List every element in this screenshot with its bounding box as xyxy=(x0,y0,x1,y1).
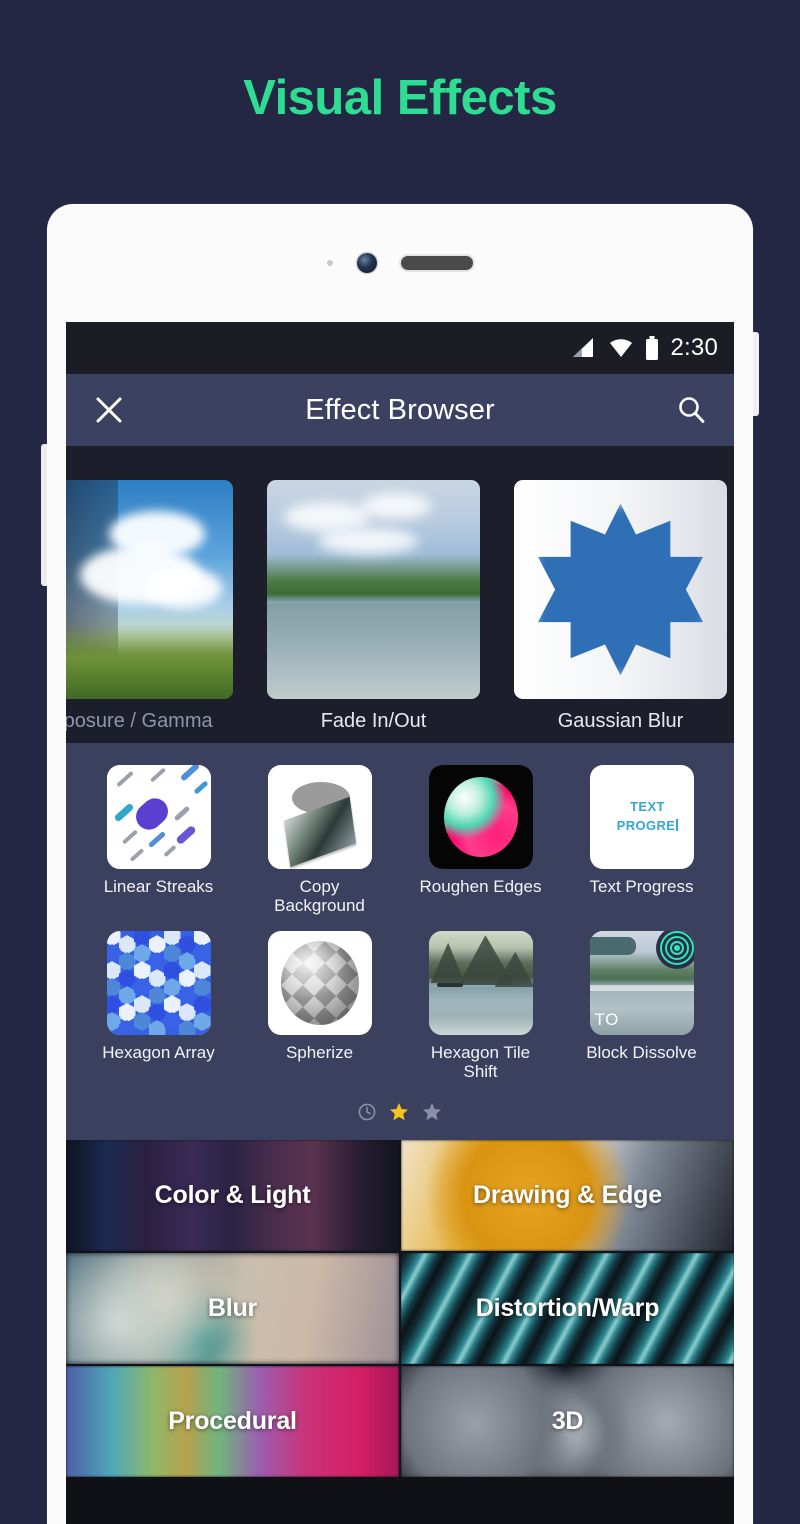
category-tiles: Color & Light Drawing & Edge Blur Distor… xyxy=(66,1140,734,1478)
text-progress-line1: TEXT xyxy=(630,799,665,815)
category-procedural[interactable]: Procedural xyxy=(66,1366,399,1478)
category-label: Blur xyxy=(207,1294,258,1323)
effect-label: Text Progress xyxy=(589,877,694,896)
close-icon[interactable] xyxy=(88,389,130,431)
clock-icon[interactable] xyxy=(358,1103,376,1126)
volume-button[interactable] xyxy=(41,444,47,586)
battery-icon xyxy=(645,336,659,360)
copy-background-artwork xyxy=(267,765,372,869)
pager-indicator[interactable] xyxy=(66,1097,734,1141)
category-label: Drawing & Edge xyxy=(473,1181,662,1210)
effect-linear-streaks[interactable]: Linear Streaks xyxy=(92,765,226,915)
category-label: 3D xyxy=(551,1407,584,1436)
block-dissolve-overlay-text: TO xyxy=(594,1010,619,1030)
star-shape xyxy=(537,503,704,676)
category-label: Distortion/Warp xyxy=(475,1294,660,1323)
effect-label: Hexagon Array xyxy=(102,1043,215,1063)
featured-thumb xyxy=(66,480,233,699)
signal-icon xyxy=(571,337,597,359)
hexagon-array-artwork xyxy=(106,931,211,1036)
linear-streaks-artwork xyxy=(106,765,211,869)
featured-label: Gaussian Blur xyxy=(557,710,684,732)
earpiece-speaker-icon xyxy=(401,256,473,270)
featured-carousel[interactable]: Exposure / Gamma Fade In/Out xyxy=(66,446,734,743)
phone-screen: 2:30 Effect Browser posure / Gamma Fade … xyxy=(66,322,734,1524)
exposure-gamma-artwork xyxy=(66,480,233,699)
featured-item-exposure-gamma[interactable]: Exposure / Gamma xyxy=(66,446,233,733)
category-row: Procedural 3D xyxy=(66,1366,734,1478)
blob-shape xyxy=(443,777,518,857)
spherize-artwork xyxy=(267,931,372,1036)
category-distortion-warp[interactable]: Distortion/Warp xyxy=(401,1253,734,1365)
effect-thumb xyxy=(428,765,533,869)
featured-thumb xyxy=(267,480,480,699)
category-row: Blur Distortion/Warp xyxy=(66,1253,734,1365)
hexagon-tile-shift-artwork xyxy=(428,931,533,1036)
wifi-icon xyxy=(608,337,634,359)
category-drawing-edge[interactable]: Drawing & Edge xyxy=(401,1140,734,1252)
effect-label: Block Dissolve xyxy=(586,1043,697,1063)
text-progress-line2: PROGRE xyxy=(616,818,676,833)
effect-thumb: TEXT PROGRE xyxy=(589,765,694,869)
category-color-light[interactable]: Color & Light xyxy=(66,1140,399,1252)
fade-in-out-artwork xyxy=(267,480,480,699)
star-icon[interactable] xyxy=(422,1102,442,1127)
effect-label: Linear Streaks xyxy=(103,877,214,896)
block-dissolve-artwork: TO xyxy=(589,931,694,1036)
page-title: Visual Effects xyxy=(243,71,557,125)
phone-bezel-top xyxy=(47,204,753,322)
effect-thumb xyxy=(106,931,211,1036)
photo-plane-shape xyxy=(283,796,356,868)
search-icon[interactable] xyxy=(670,389,712,431)
status-bar: 2:30 xyxy=(66,322,734,374)
effects-grid-row: Linear Streaks Copy Background Roughen E… xyxy=(66,765,734,915)
effects-grid: Linear Streaks Copy Background Roughen E… xyxy=(66,743,734,1141)
effect-thumb: TO xyxy=(589,931,694,1036)
effect-thumb xyxy=(428,931,533,1036)
category-blur[interactable]: Blur xyxy=(66,1253,399,1365)
proximity-sensor-icon xyxy=(327,260,333,266)
featured-label: Fade In/Out xyxy=(320,710,427,732)
ripple-icon xyxy=(655,931,694,970)
featured-item-gaussian-blur[interactable]: Gaussian Blur xyxy=(514,446,727,733)
effect-label: Spherize xyxy=(285,1043,354,1063)
category-label: Color & Light xyxy=(154,1181,311,1210)
featured-label: Exposure / Gamma xyxy=(66,710,213,732)
app-bar: Effect Browser xyxy=(66,374,734,446)
category-label: Procedural xyxy=(168,1407,297,1436)
category-row: Color & Light Drawing & Edge xyxy=(66,1140,734,1252)
effect-hexagon-array[interactable]: Hexagon Array xyxy=(92,931,226,1081)
category-3d[interactable]: 3D xyxy=(401,1366,734,1478)
effects-grid-row: Hexagon Array Spherize Hexagon Tile Shif… xyxy=(66,931,734,1081)
page-title-effect-browser: Effect Browser xyxy=(305,393,495,426)
effect-roughen-edges[interactable]: Roughen Edges xyxy=(414,765,548,915)
effect-label: Copy Background xyxy=(274,877,365,916)
effect-copy-background[interactable]: Copy Background xyxy=(253,765,387,915)
power-button[interactable] xyxy=(753,332,759,416)
text-caret-icon xyxy=(676,819,679,831)
front-camera-icon xyxy=(357,253,377,273)
effect-thumb xyxy=(267,931,372,1036)
effect-label: Hexagon Tile Shift xyxy=(430,1043,531,1082)
gaussian-blur-artwork xyxy=(514,480,727,699)
effect-thumb xyxy=(267,765,372,869)
effect-thumb xyxy=(106,765,211,869)
effect-label: Roughen Edges xyxy=(419,877,542,896)
text-progress-artwork: TEXT PROGRE xyxy=(589,765,694,869)
sphere-shape xyxy=(280,941,359,1026)
featured-thumb xyxy=(514,480,727,699)
carousel-track[interactable]: Exposure / Gamma Fade In/Out xyxy=(66,446,734,743)
star-icon-active[interactable] xyxy=(389,1102,409,1127)
roughen-edges-artwork xyxy=(428,765,533,869)
phone-device: 2:30 Effect Browser posure / Gamma Fade … xyxy=(41,204,759,1524)
featured-item-fade-in-out[interactable]: Fade In/Out xyxy=(267,446,480,733)
status-time: 2:30 xyxy=(670,334,718,361)
effect-block-dissolve[interactable]: TO Block Dissolve xyxy=(575,931,709,1081)
effect-spherize[interactable]: Spherize xyxy=(253,931,387,1081)
effect-hexagon-tile-shift[interactable]: Hexagon Tile Shift xyxy=(414,931,548,1081)
effect-text-progress[interactable]: TEXT PROGRE Text Progress xyxy=(575,765,709,915)
